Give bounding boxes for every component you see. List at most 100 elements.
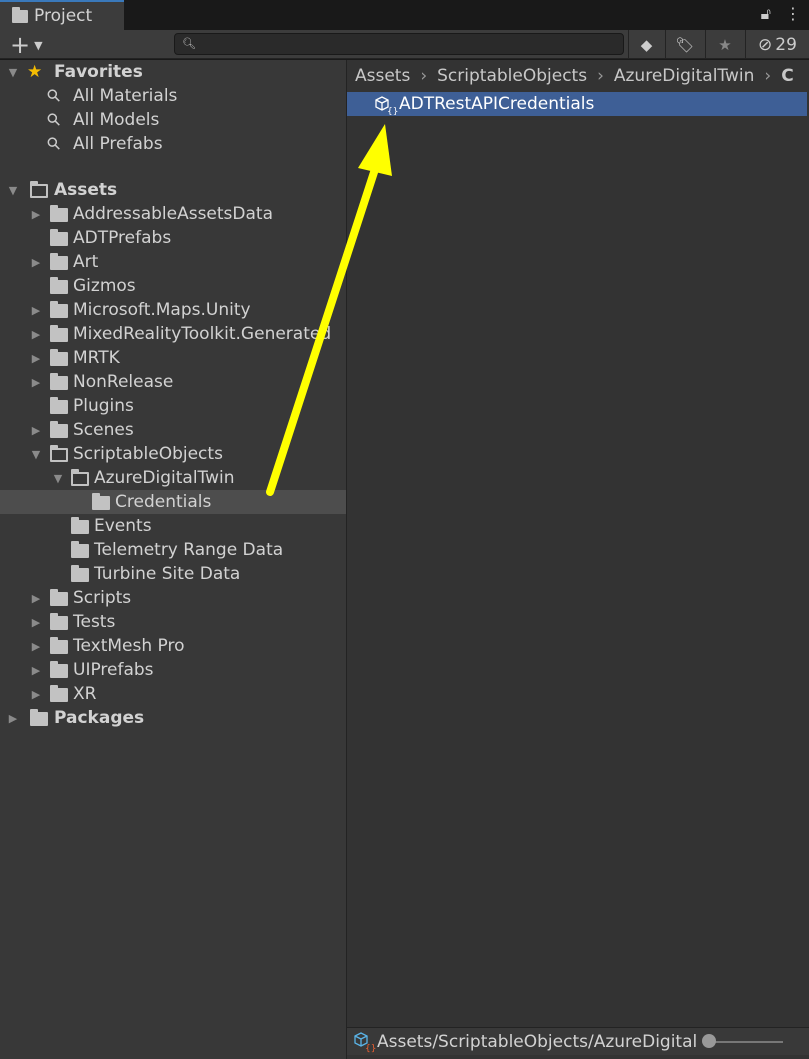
search-icon: ⚲ [42,84,66,108]
folder-icon [50,325,68,342]
asset-item[interactable]: {} ADTRestAPICredentials [347,92,807,116]
tree-item-label: Microsoft.Maps.Unity [73,300,251,320]
folder-open-icon [30,181,48,198]
folder-tree: ▼ ★ Favorites ⚲ All Materials ⚲ All Models ⚲ All… [0,60,346,1059]
toolbar: + ▼ 🔍︎ ◆ 🏷︎ ★ ⊘ 29 [0,30,809,59]
tree-row[interactable]: ▶ AddressableAssetsData [0,202,346,226]
tree-row[interactable]: ⚲ All Models [0,108,346,132]
search-icon: ⚲ [42,132,66,156]
tree-item-label: AddressableAssetsData [73,204,274,224]
tree-item-label: Gizmos [73,276,136,296]
expanded-arrow-icon[interactable]: ▼ [52,472,64,485]
tree-row[interactable]: ▶ Packages [0,706,346,730]
tree-row[interactable]: ▶ Microsoft.Maps.Unity [0,298,346,322]
tree-item-label: NonRelease [73,372,174,392]
tree-row[interactable]: Credentials [0,490,346,514]
collapsed-arrow-icon[interactable]: ▶ [30,640,42,653]
kebab-menu-icon[interactable]: ⋮ [785,4,801,24]
tree-row[interactable]: ▶ UIPrefabs [0,658,346,682]
breadcrumb-item[interactable]: Assets [355,66,410,86]
collapsed-arrow-icon[interactable]: ▶ [30,328,42,341]
search-by-type-button[interactable]: ◆ [628,30,664,59]
collapsed-arrow-icon[interactable]: ▶ [7,712,19,725]
tree-item-label: ScriptableObjects [73,444,223,464]
tree-item-label: Credentials [115,492,212,512]
expanded-arrow-icon[interactable]: ▼ [30,448,42,461]
collapsed-arrow-icon[interactable]: ▶ [30,664,42,677]
chevron-right-icon: › [764,66,772,86]
star-icon: ★ [27,62,43,82]
collapsed-arrow-icon[interactable]: ▶ [30,304,42,317]
tree-item-label: TextMesh Pro [73,636,185,656]
collapsed-arrow-icon[interactable]: ▶ [30,592,42,605]
search-by-label-button[interactable]: 🏷︎ [665,30,704,59]
tree-row[interactable]: ▼ Assets [0,178,346,202]
tree-row[interactable]: ▼ ★ Favorites [0,60,346,84]
tag-icon: 🏷︎ [675,35,695,54]
folder-icon [50,685,68,702]
tree-row[interactable]: ▼ AzureDigitalTwin [0,466,346,490]
tree-row[interactable]: Plugins [0,394,346,418]
slider-handle[interactable] [702,1034,716,1048]
tree-row[interactable]: Gizmos [0,274,346,298]
tree-item-label: MixedRealityToolkit.Generated [73,324,332,344]
tree-item-label: Events [94,516,152,536]
tree-row[interactable]: ⚲ All Materials [0,84,346,108]
tree-row[interactable]: Turbine Site Data [0,562,346,586]
folder-icon [50,277,68,294]
lock-icon[interactable]: 🔓︎ [761,4,771,24]
chevron-down-icon: ▼ [34,38,43,52]
favorites-button[interactable]: ★ [705,30,744,59]
folder-icon [50,349,68,366]
search-input[interactable]: 🔍︎ [174,33,624,55]
collapsed-arrow-icon[interactable]: ▶ [30,208,42,221]
collapsed-arrow-icon[interactable]: ▶ [30,424,42,437]
collapsed-arrow-icon[interactable]: ▶ [30,688,42,701]
tab-bar: Project 🔓︎ ⋮ [0,0,809,30]
collapsed-arrow-icon[interactable]: ▶ [30,376,42,389]
breadcrumb-item[interactable]: AzureDigitalTwin [614,66,755,86]
folder-icon [50,229,68,246]
tree-row[interactable]: ▶ Art [0,250,346,274]
tree-row[interactable]: ▶ XR [0,682,346,706]
plus-icon: + [10,31,31,59]
tree-row[interactable]: ▶ TextMesh Pro [0,634,346,658]
tree-row[interactable]: ▶ Tests [0,610,346,634]
breadcrumb-item[interactable]: ScriptableObjects [437,66,587,86]
tree-row[interactable]: ▶ NonRelease [0,370,346,394]
folder-icon [50,661,68,678]
expanded-arrow-icon[interactable]: ▼ [7,184,19,197]
hidden-packages-button[interactable]: ⊘ 29 [745,30,809,59]
breadcrumb-item[interactable]: C [781,66,793,86]
folder-icon [12,6,28,23]
tree-row[interactable]: ▶ MixedRealityToolkit.Generated [0,322,346,346]
tree-item-label: Favorites [54,62,143,82]
tree-row[interactable]: Events [0,514,346,538]
tree-item-label: Tests [73,612,116,632]
tree-item-label: Turbine Site Data [94,564,241,584]
asset-panel: Assets › ScriptableObjects › AzureDigitalT… [347,60,809,1059]
tab-project[interactable]: Project [0,0,124,30]
tree-item-label: All Models [73,110,160,130]
tree-row[interactable]: ▶ MRTK [0,346,346,370]
folder-icon [50,373,68,390]
expanded-arrow-icon[interactable]: ▼ [7,66,19,79]
tree-row[interactable]: ▶ Scenes [0,418,346,442]
tree-row[interactable]: ADTPrefabs [0,226,346,250]
folder-icon [50,589,68,606]
folder-icon [50,421,68,438]
collapsed-arrow-icon[interactable]: ▶ [30,616,42,629]
tree-item-label: All Prefabs [73,134,163,154]
create-button[interactable]: + ▼ [10,31,43,59]
scriptable-object-icon: {} [354,1032,376,1053]
tree-row[interactable]: ▼ ScriptableObjects [0,442,346,466]
collapsed-arrow-icon[interactable]: ▶ [30,352,42,365]
collapsed-arrow-icon[interactable]: ▶ [30,256,42,269]
tree-row[interactable]: ▶ Scripts [0,586,346,610]
hidden-count: 29 [775,34,797,55]
svg-text:{}: {} [387,107,398,115]
scriptable-object-icon: {} [375,96,398,115]
folder-icon [50,397,68,414]
tree-row[interactable]: Telemetry Range Data [0,538,346,562]
tree-row[interactable]: ⚲ All Prefabs [0,132,346,156]
